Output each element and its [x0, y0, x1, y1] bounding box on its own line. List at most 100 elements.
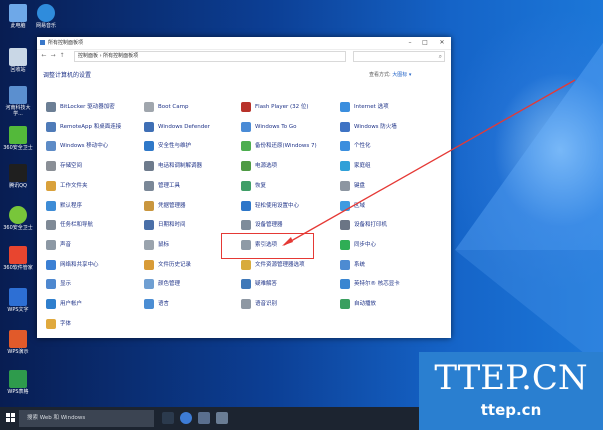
- control-panel-item-label: 显示: [60, 281, 72, 288]
- control-panel-item-icon: [46, 102, 56, 112]
- control-panel-item-icon: [241, 200, 251, 211]
- search-control-panel-input[interactable]: ⌕: [353, 51, 445, 62]
- close-button[interactable]: ✕: [435, 38, 449, 47]
- task-view-icon[interactable]: [162, 412, 174, 424]
- control-panel-item-label: 管理工具: [158, 182, 181, 189]
- qq-penguin-icon: [9, 164, 27, 182]
- control-panel-item-icon: [340, 259, 350, 270]
- control-panel-item-label: Flash Player (32 位): [255, 104, 309, 110]
- control-panel-item-label: 英特尔® 核芯显卡: [354, 281, 400, 288]
- desktop-icon-wps-spreadsheet[interactable]: WPS表格: [3, 370, 33, 395]
- control-panel-item-icon: [241, 259, 251, 270]
- forward-arrow-icon[interactable]: →: [49, 52, 57, 60]
- control-panel-item-label: 疑难解答: [255, 281, 278, 288]
- maximize-button[interactable]: □: [418, 38, 432, 47]
- watermark: TTEP.CN ttep.cn: [419, 352, 603, 430]
- control-panel-item-label: 凭据管理器: [158, 202, 186, 209]
- control-panel-item-icon: [340, 200, 350, 211]
- desktop-icon-recycle-bin[interactable]: 回收站: [3, 48, 33, 73]
- shortcut-icon: [9, 86, 27, 104]
- control-panel-item-icon: [144, 220, 154, 231]
- minimize-button[interactable]: –: [403, 38, 417, 47]
- control-panel-item-icon: [46, 180, 56, 191]
- control-panel-item-icon: [144, 279, 154, 290]
- control-panel-item-label: 个性化: [354, 143, 371, 150]
- control-panel-item-label: 任务栏和导航: [60, 222, 94, 229]
- control-panel-item-label: 语言: [158, 301, 170, 307]
- control-panel-item-label: RemoteApp 和桌面连接: [60, 123, 122, 130]
- control-panel-item-label: 日期和时间: [158, 222, 186, 229]
- control-panel-item-icon: [144, 121, 154, 132]
- edge-browser-icon[interactable]: [180, 412, 192, 424]
- control-panel-item-icon: [46, 161, 56, 172]
- control-panel-item-label: 电源选项: [255, 163, 278, 170]
- control-panel-item-icon: [46, 200, 56, 211]
- control-panel-item-icon: [340, 279, 350, 290]
- control-panel-item-label: 设备管理器: [255, 222, 283, 229]
- control-panel-item-icon: [46, 318, 56, 329]
- control-panel-item-label: 工作文件夹: [60, 182, 88, 189]
- control-panel-item-label: 键盘: [354, 182, 366, 189]
- view-by-dropdown[interactable]: 大图标 ▾: [392, 72, 411, 78]
- desktop-icon-qq[interactable]: 腾讯QQ: [3, 164, 33, 189]
- control-panel-item-label: Windows Defender: [158, 123, 210, 130]
- shield-icon: [9, 126, 27, 144]
- back-arrow-icon[interactable]: ←: [40, 52, 48, 60]
- control-panel-item-label: 鼠标: [158, 241, 170, 248]
- control-panel-item-icon: [144, 239, 154, 250]
- control-panel-item-icon: [241, 279, 251, 290]
- control-panel-item-icon: [340, 161, 350, 172]
- start-button[interactable]: [6, 413, 16, 423]
- control-panel-item-label: 区域: [354, 202, 366, 209]
- control-panel-item-label: 存储空间: [60, 163, 83, 170]
- control-panel-item-icon: [46, 259, 56, 270]
- control-panel-item-label: 颜色管理: [158, 281, 181, 288]
- recycle-bin-icon: [9, 48, 27, 66]
- control-panel-taskbar-icon[interactable]: [216, 412, 228, 424]
- desktop-icon-wps-presentation[interactable]: WPS演示: [3, 330, 33, 355]
- taskbar-search[interactable]: 搜索 Web 和 Windows: [19, 410, 154, 427]
- desktop-icon-music[interactable]: 网易音乐: [31, 4, 61, 29]
- control-panel-item-label: Internet 选项: [354, 104, 389, 110]
- control-panel-item-label: 恢复: [255, 182, 267, 189]
- control-panel-item-icon: [241, 141, 251, 152]
- control-panel-item-icon: [46, 279, 56, 290]
- control-panel-item-icon: [144, 161, 154, 172]
- desktop-icon-360[interactable]: 360安全卫士: [3, 126, 33, 151]
- desktop-icon-shortcut[interactable]: 河南科技大学...: [3, 86, 33, 117]
- desktop-icon-this-pc[interactable]: 此电脑: [3, 4, 33, 29]
- control-panel-icon: [40, 40, 45, 45]
- desktop-icon-wps-writer[interactable]: WPS文字: [3, 288, 33, 313]
- control-panel-item-label: 家庭组: [354, 163, 371, 170]
- control-panel-item-icon: [340, 141, 350, 152]
- control-panel-item-label: 备份和还原(Windows 7): [255, 143, 317, 150]
- title-bar[interactable]: 所有控制面板项 – □ ✕: [37, 37, 451, 50]
- control-panel-item-label: Boot Camp: [158, 104, 189, 110]
- control-panel-item-label: 用户帐户: [60, 301, 83, 307]
- wps-presentation-icon: [9, 330, 27, 348]
- control-panel-item-label: 字体: [60, 320, 72, 327]
- computer-icon: [9, 4, 27, 22]
- control-panel-item-label: 默认程序: [60, 202, 83, 209]
- control-panel-item-icon: [340, 102, 350, 112]
- control-panel-item-label: 网络和共享中心: [60, 261, 99, 268]
- control-panel-item-label: 安全性与维护: [158, 143, 192, 150]
- address-path[interactable]: 控制面板 › 所有控制面板项: [74, 51, 346, 62]
- control-panel-item-label: 文件资源管理器选项: [255, 261, 305, 268]
- up-arrow-icon[interactable]: ↑: [58, 52, 66, 60]
- control-panel-item-label: 文件历史记录: [158, 261, 192, 268]
- music-app-icon: [37, 4, 55, 22]
- wps-writer-icon: [9, 288, 27, 306]
- file-explorer-icon[interactable]: [198, 412, 210, 424]
- app-store-icon: [9, 246, 27, 264]
- control-panel-item-icon: [241, 180, 251, 191]
- control-panel-item-label: 同步中心: [354, 241, 377, 248]
- view-by[interactable]: 查看方式: 大图标 ▾: [369, 71, 411, 78]
- wallpaper-light-beam: [455, 40, 603, 250]
- control-panel-item-icon: [144, 200, 154, 211]
- desktop-icon-360-security[interactable]: 360安全卫士: [3, 206, 33, 231]
- control-panel-item-label: 电话和调制解调器: [158, 163, 203, 170]
- window-title: 所有控制面板项: [48, 40, 84, 46]
- search-icon: ⌕: [438, 53, 442, 60]
- desktop-icon-360-software[interactable]: 360软件管家: [3, 246, 33, 271]
